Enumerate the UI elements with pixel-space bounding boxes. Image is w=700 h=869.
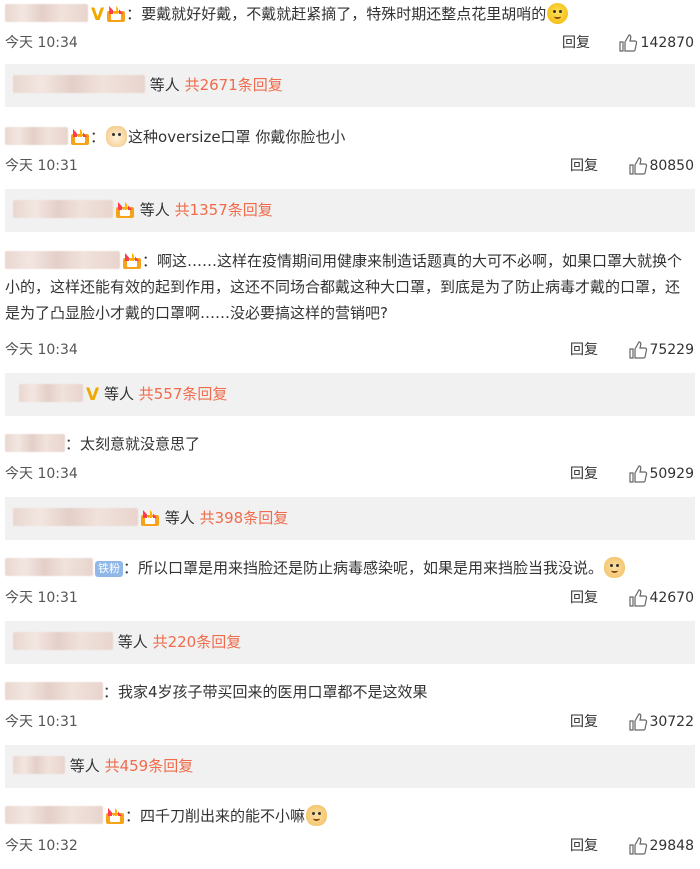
comment-text-row: ：我家4岁孩子带买回来的医用口罩都不是这效果 <box>5 680 694 704</box>
verified-v-icon: V <box>91 5 105 25</box>
like-count: 50929 <box>649 466 694 482</box>
comment-meta: 今天 10:34 回复 50929 <box>5 464 694 484</box>
reply-thread-summary[interactable]: 等人 共220条回复 <box>5 621 695 664</box>
reply-thread-summary[interactable]: 等人 共459条回复 <box>5 745 695 788</box>
thumbs-up-icon[interactable] <box>628 156 648 176</box>
reply-thread-summary[interactable]: 等人 共1357条回复 <box>5 189 695 232</box>
username-blurred <box>13 200 113 218</box>
thumbs-up-icon[interactable] <box>628 712 648 732</box>
reply-count-link[interactable]: 共459条回复 <box>105 757 194 775</box>
username-blurred[interactable] <box>5 806 103 824</box>
username-blurred <box>13 632 113 650</box>
vip-crown-icon <box>122 253 142 269</box>
comment-text-row: ：太刻意就没意思了 <box>5 432 694 456</box>
reply-count-link[interactable]: 共557条回复 <box>139 385 228 403</box>
comment-text: 所以口罩是用来挡脸还是防止病毒感染呢，如果是用来挡脸当我没说。 <box>138 559 604 577</box>
comment-text-row: ：四千刀削出来的能不小嘛 <box>5 804 694 828</box>
comment-text: 四千刀削出来的能不小嘛 <box>140 807 306 825</box>
thread-who: 等人 <box>117 633 148 651</box>
comment-time: 今天 10:34 <box>5 342 78 358</box>
username-blurred <box>13 508 138 526</box>
username-blurred[interactable] <box>5 682 103 700</box>
like-count: 30722 <box>649 714 694 730</box>
comment-time: 今天 10:34 <box>5 466 78 482</box>
reply-count-link[interactable]: 共398条回复 <box>200 509 289 527</box>
thread-who: 等人 <box>164 509 195 527</box>
reply-button[interactable]: 回复 <box>562 33 590 53</box>
comment-meta: 今天 10:31 回复 80850 <box>5 156 694 176</box>
username-blurred <box>13 756 65 774</box>
comment-text-row: ：这种oversize口罩 你戴你脸也小 <box>5 125 694 149</box>
thumbs-up-icon[interactable] <box>628 464 648 484</box>
comment-text-row: ：啊这……这样在疫情期间用健康来制造话题真的大可不必啊，如果口罩大就换个小的，这… <box>5 251 683 322</box>
comment-time: 今天 10:31 <box>5 590 78 606</box>
username-blurred[interactable] <box>5 251 120 269</box>
username-blurred <box>19 384 83 402</box>
comment-text-row: 铁粉 ：所以口罩是用来挡脸还是防止病毒感染呢，如果是用来挡脸当我没说。 <box>5 556 694 580</box>
comment-meta: 今天 10:31 回复 42670 <box>5 588 694 608</box>
comment-text: 这种oversize口罩 你戴你脸也小 <box>128 128 346 146</box>
like-count: 80850 <box>649 158 694 174</box>
vip-crown-icon <box>140 510 160 526</box>
reply-count-link[interactable]: 共220条回复 <box>153 633 242 651</box>
comment-time: 今天 10:32 <box>5 838 78 854</box>
username-blurred[interactable] <box>5 558 93 576</box>
reply-count-link[interactable]: 共1357条回复 <box>175 201 273 219</box>
like-count: 75229 <box>649 342 694 358</box>
thumbs-up-icon[interactable] <box>628 588 648 608</box>
comment-time: 今天 10:31 <box>5 714 78 730</box>
cat-emoji-icon <box>106 126 128 147</box>
like-count: 29848 <box>649 838 694 854</box>
thread-who: 等人 <box>149 76 180 94</box>
emoji-icon <box>547 3 569 24</box>
vip-crown-icon <box>115 202 135 218</box>
fan-badge: 铁粉 <box>95 561 123 577</box>
thread-who: 等人 <box>69 757 100 775</box>
reply-thread-summary[interactable]: 等人 共398条回复 <box>5 497 695 540</box>
doge-emoji-icon <box>604 557 626 578</box>
like-count: 42670 <box>649 590 694 606</box>
comment-meta: 今天 10:34 回复 142870 <box>5 33 694 53</box>
reply-button[interactable]: 回复 <box>570 836 598 856</box>
thread-who: 等人 <box>139 201 170 219</box>
username-blurred[interactable] <box>5 434 65 452</box>
username-blurred[interactable] <box>5 127 68 145</box>
reply-button[interactable]: 回复 <box>570 464 598 484</box>
verified-v-icon: V <box>86 385 100 405</box>
doge-emoji-icon <box>306 805 328 826</box>
comment-text: 要戴就好好戴，不戴就赶紧摘了，特殊时期还整点花里胡哨的 <box>141 5 547 23</box>
reply-count-link[interactable]: 共2671条回复 <box>185 76 283 94</box>
like-count: 142870 <box>640 35 694 51</box>
thumbs-up-icon[interactable] <box>628 340 648 360</box>
vip-crown-icon <box>105 808 125 824</box>
comment-text: 太刻意就没意思了 <box>80 435 201 453</box>
comment-meta: 今天 10:31 回复 30722 <box>5 712 694 732</box>
comment-time: 今天 10:31 <box>5 158 78 174</box>
vip-crown-icon <box>106 6 126 22</box>
reply-button[interactable]: 回复 <box>570 156 598 176</box>
thumbs-up-icon[interactable] <box>628 836 648 856</box>
thread-who: 等人 <box>103 385 134 403</box>
vip-crown-icon <box>70 129 90 145</box>
reply-button[interactable]: 回复 <box>570 340 598 360</box>
reply-thread-summary[interactable]: V 等人 共557条回复 <box>5 373 695 416</box>
comment-meta: 今天 10:34 回复 75229 <box>5 340 694 360</box>
comment-text: 我家4岁孩子带买回来的医用口罩都不是这效果 <box>118 683 428 701</box>
reply-button[interactable]: 回复 <box>570 712 598 732</box>
username-blurred[interactable] <box>5 4 88 22</box>
comment-meta: 今天 10:32 回复 29848 <box>5 836 694 856</box>
reply-thread-summary[interactable]: 等人 共2671条回复 <box>5 64 695 107</box>
thumbs-up-icon[interactable] <box>618 33 638 53</box>
username-blurred <box>13 75 145 93</box>
reply-button[interactable]: 回复 <box>570 588 598 608</box>
comment-time: 今天 10:34 <box>5 35 78 51</box>
comment-text-row: V ：要戴就好好戴，不戴就赶紧摘了，特殊时期还整点花里胡哨的 <box>5 2 694 27</box>
